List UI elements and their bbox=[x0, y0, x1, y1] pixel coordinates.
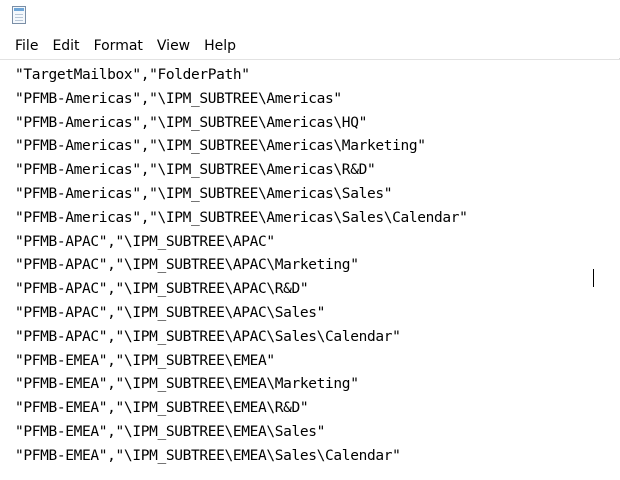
notepad-icon[interactable] bbox=[12, 6, 26, 24]
text-cursor bbox=[593, 269, 594, 287]
text-line: "PFMB-EMEA","\IPM_SUBTREE\EMEA\R&D" bbox=[15, 400, 309, 417]
menu-format[interactable]: Format bbox=[87, 35, 150, 57]
menu-edit[interactable]: Edit bbox=[45, 35, 86, 57]
text-line: "PFMB-Americas","\IPM_SUBTREE\Americas\M… bbox=[15, 138, 426, 155]
text-line: "PFMB-APAC","\IPM_SUBTREE\APAC\Marketing… bbox=[15, 257, 359, 274]
text-line: "TargetMailbox","FolderPath" bbox=[15, 67, 250, 83]
text-line: "PFMB-EMEA","\IPM_SUBTREE\EMEA\Sales" bbox=[15, 423, 326, 440]
text-line: "PFMB-EMEA","\IPM_SUBTREE\EMEA" bbox=[15, 352, 275, 369]
menu-help[interactable]: Help bbox=[197, 35, 243, 57]
text-line: "PFMB-APAC","\IPM_SUBTREE\APAC\Sales" bbox=[15, 304, 326, 321]
text-line: "PFMB-Americas","\IPM_SUBTREE\Americas" bbox=[15, 90, 342, 107]
menu-bar: File Edit Format View Help bbox=[0, 34, 620, 58]
text-editor-area[interactable]: "TargetMailbox","FolderPath" "PFMB-Ameri… bbox=[0, 60, 620, 480]
text-line: "PFMB-Americas","\IPM_SUBTREE\Americas\S… bbox=[15, 209, 468, 226]
title-bar[interactable] bbox=[0, 0, 620, 34]
text-line: "PFMB-APAC","\IPM_SUBTREE\APAC\R&D" bbox=[15, 281, 309, 298]
text-content[interactable]: "TargetMailbox","FolderPath" "PFMB-Ameri… bbox=[15, 64, 468, 469]
notepad-window: File Edit Format View Help "TargetMailbo… bbox=[0, 0, 620, 480]
text-line: "PFMB-Americas","\IPM_SUBTREE\Americas\R… bbox=[15, 162, 376, 179]
text-line: "PFMB-APAC","\IPM_SUBTREE\APAC\Sales\Cal… bbox=[15, 328, 401, 345]
menu-file[interactable]: File bbox=[8, 35, 45, 57]
menu-view[interactable]: View bbox=[150, 35, 197, 57]
text-line: "PFMB-Americas","\IPM_SUBTREE\Americas\S… bbox=[15, 185, 393, 202]
text-line: "PFMB-APAC","\IPM_SUBTREE\APAC" bbox=[15, 233, 275, 250]
text-line: "PFMB-EMEA","\IPM_SUBTREE\EMEA\Marketing… bbox=[15, 376, 359, 393]
text-line: "PFMB-Americas","\IPM_SUBTREE\Americas\H… bbox=[15, 114, 367, 131]
text-line: "PFMB-EMEA","\IPM_SUBTREE\EMEA\Sales\Cal… bbox=[15, 447, 401, 464]
